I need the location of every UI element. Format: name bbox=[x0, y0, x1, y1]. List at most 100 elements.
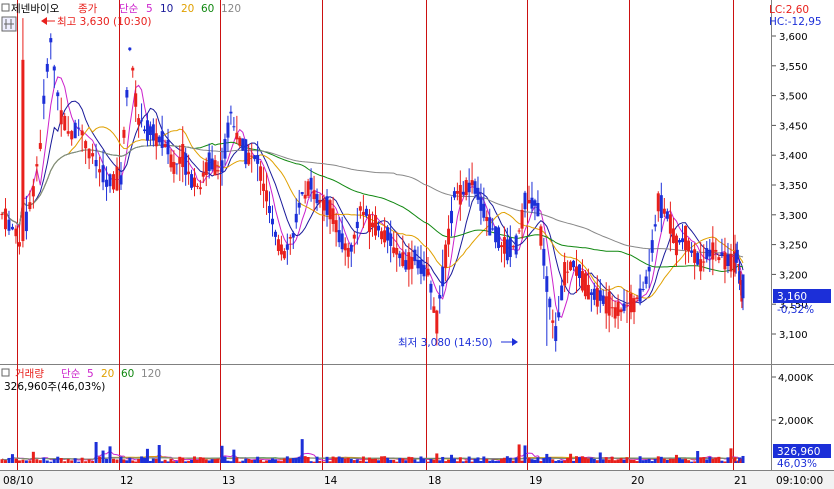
candle-body bbox=[279, 244, 283, 255]
volume-bar bbox=[693, 461, 697, 463]
volume-bar bbox=[181, 457, 185, 463]
hc-label: HC:-12,95 bbox=[769, 16, 822, 28]
volume-bar bbox=[14, 458, 18, 463]
candle-body bbox=[210, 158, 214, 170]
volume-bar bbox=[638, 456, 642, 463]
candle-body bbox=[595, 288, 599, 307]
volume-bar bbox=[282, 458, 286, 463]
candle-body bbox=[184, 153, 188, 175]
date-label: 08/10 bbox=[3, 475, 33, 487]
candle-body bbox=[708, 249, 712, 257]
volume-bar bbox=[35, 459, 39, 463]
volume-bar bbox=[125, 460, 129, 463]
volume-bar bbox=[395, 461, 399, 463]
volume-bar bbox=[461, 461, 465, 463]
volume-bar bbox=[653, 458, 657, 463]
price-tick-label: 3,550 bbox=[779, 62, 808, 73]
candle-body bbox=[572, 260, 576, 268]
candle-body bbox=[119, 175, 123, 185]
volume-bar bbox=[73, 458, 77, 463]
volume-bar bbox=[262, 461, 266, 463]
volume-bar bbox=[404, 460, 408, 463]
candle-body bbox=[720, 252, 724, 256]
volume-bar bbox=[589, 457, 593, 463]
candle-body bbox=[586, 284, 590, 300]
volume-bar bbox=[598, 452, 602, 463]
volume-bar bbox=[491, 460, 495, 463]
volume-bar bbox=[401, 458, 405, 463]
candle-body bbox=[523, 192, 527, 210]
candle-body bbox=[105, 179, 109, 187]
candle-body bbox=[438, 294, 442, 299]
candle-body bbox=[143, 129, 147, 132]
volume-bar bbox=[577, 457, 581, 463]
candle-body bbox=[101, 165, 105, 183]
volume-bar bbox=[714, 457, 718, 463]
candle-body bbox=[610, 307, 614, 309]
candle-body bbox=[322, 199, 326, 211]
candle-body bbox=[303, 194, 307, 199]
candle-body bbox=[447, 228, 451, 245]
stock-chart: 3,600 3,550 3,500 3,450 3,400 3,350 3,300 3,250… bbox=[0, 0, 834, 489]
volume-bar bbox=[520, 460, 524, 463]
candle-body bbox=[282, 251, 286, 259]
candle-body bbox=[696, 253, 700, 265]
candle-body bbox=[580, 271, 584, 291]
candle-body bbox=[3, 208, 7, 230]
candle-body bbox=[735, 249, 739, 260]
volume-tick-label: 4,000K bbox=[778, 373, 814, 384]
candle-body bbox=[548, 298, 552, 308]
candle-body bbox=[256, 154, 260, 164]
volume-bar bbox=[595, 460, 599, 463]
candle-body bbox=[300, 192, 304, 195]
candle-body bbox=[175, 163, 179, 165]
volume-bar bbox=[0, 459, 4, 463]
candle-body bbox=[229, 111, 233, 114]
volume-bar bbox=[563, 460, 567, 463]
volume-bar bbox=[325, 456, 329, 463]
candle-body bbox=[195, 185, 199, 187]
candle-body bbox=[190, 174, 194, 188]
volume-bar bbox=[10, 454, 14, 463]
volume-bar bbox=[178, 456, 182, 463]
candle-body bbox=[622, 303, 626, 311]
candle-body bbox=[364, 208, 368, 216]
current-volume: 326,960 bbox=[777, 446, 820, 458]
volume-bar bbox=[560, 460, 564, 463]
candle-body bbox=[115, 166, 119, 191]
volume-bar bbox=[455, 461, 459, 463]
candle-body bbox=[563, 262, 567, 286]
volume-bar bbox=[101, 450, 105, 463]
candle-body bbox=[361, 211, 365, 215]
volume-bar bbox=[207, 460, 211, 463]
candle-body bbox=[635, 297, 639, 299]
volume-bar bbox=[358, 460, 362, 463]
candle-body bbox=[419, 259, 423, 274]
volume-bar bbox=[198, 457, 202, 463]
candle-body bbox=[352, 234, 356, 239]
candle-body bbox=[684, 225, 688, 251]
candle-body bbox=[276, 239, 280, 251]
candle-body bbox=[288, 237, 292, 239]
volume-bar bbox=[711, 458, 715, 463]
candle-body bbox=[690, 250, 694, 253]
volume-bar bbox=[416, 461, 420, 463]
lc-label: LC:2,60 bbox=[769, 4, 809, 16]
volume-bar bbox=[108, 446, 112, 463]
volume-bar bbox=[216, 458, 220, 463]
volume-legend-title[interactable]: 거래량 bbox=[15, 368, 44, 380]
volume-bar bbox=[21, 459, 25, 463]
candle-body bbox=[395, 247, 399, 255]
volume-bar bbox=[56, 456, 60, 463]
candle-body bbox=[63, 115, 67, 131]
volume-bar bbox=[625, 457, 629, 463]
volume-bar bbox=[470, 461, 474, 463]
candle-body bbox=[235, 132, 239, 140]
candle-body bbox=[241, 138, 245, 151]
volume-bar bbox=[349, 458, 353, 463]
volume-bar bbox=[154, 458, 158, 463]
volume-bar bbox=[502, 457, 506, 463]
volume-bar bbox=[726, 457, 730, 463]
price-legend-title[interactable]: 제넨바이오 bbox=[11, 3, 60, 15]
volume-bar bbox=[629, 459, 633, 463]
